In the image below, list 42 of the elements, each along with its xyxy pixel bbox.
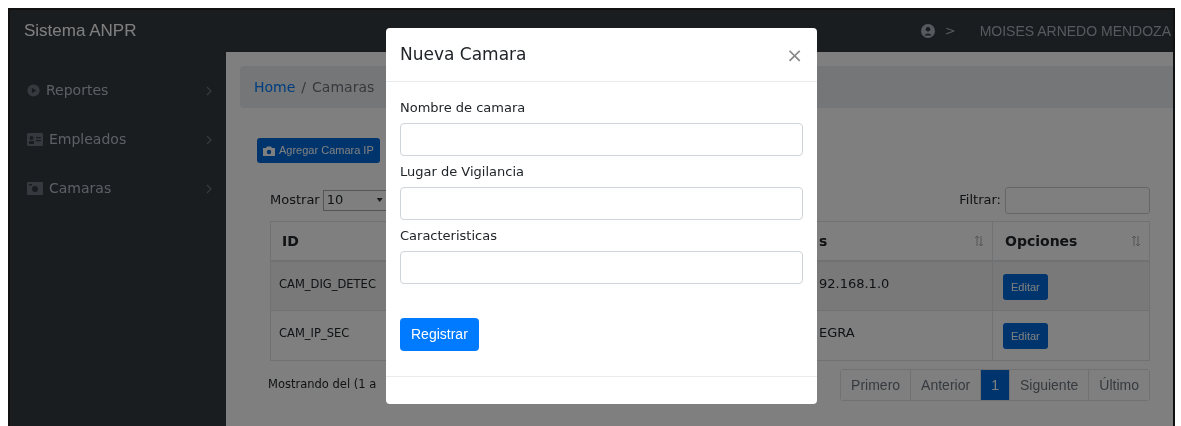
input-field[interactable] (400, 187, 803, 220)
camera-icon (263, 145, 275, 156)
show-entries-label: Mostrar (270, 191, 320, 210)
chevron-right-icon (206, 85, 212, 96)
user-name[interactable]: MOISES ARNEDO MENDOZA (979, 20, 1171, 42)
sort-icon[interactable] (1131, 235, 1141, 247)
brand-title[interactable]: Sistema ANPR (24, 18, 137, 44)
table-cell: EGRA (819, 325, 855, 340)
user-icon[interactable] (920, 24, 935, 38)
edit-button[interactable]: Editar (1003, 323, 1048, 349)
play-circle-icon (27, 84, 40, 97)
table-info: Mostrando del (1 a (268, 376, 377, 394)
breadcrumb-link[interactable]: Home (254, 76, 296, 98)
filter-field[interactable] (1005, 186, 1150, 214)
id-card-icon (27, 133, 43, 146)
edit-button[interactable]: Editar (1003, 274, 1048, 300)
sidebar-item[interactable]: Empleados (10, 115, 226, 164)
separator-glyph: > (944, 22, 956, 41)
field-label: Caracteristicas (400, 227, 498, 245)
table-cell: CAM_DIG_DETEC (279, 277, 376, 291)
breadcrumb-current: Camaras (312, 77, 375, 97)
sort-icon[interactable] (974, 235, 984, 247)
page-button[interactable]: Último (1088, 370, 1149, 400)
breadcrumb-divider: / (301, 77, 307, 97)
chevron-right-icon (206, 183, 212, 194)
table-cell: CAM_IP_SEC (279, 326, 350, 340)
page-button[interactable]: 1 (980, 370, 1009, 400)
photo-icon (27, 182, 43, 195)
filter-label: Filtrar: (959, 191, 1001, 210)
input-field[interactable] (400, 123, 803, 156)
close-button[interactable]: × (786, 44, 803, 65)
register-button[interactable]: Registrar (400, 318, 479, 351)
field-label: Nombre de camara (400, 99, 527, 117)
sidebar-item[interactable]: Camaras (10, 164, 226, 213)
field-label: Lugar de Vigilancia (400, 163, 525, 181)
input-field[interactable] (400, 251, 803, 284)
table-cell: 92.168.1.0 (819, 276, 890, 291)
add-camera-button[interactable]: Agregar Camara IP (257, 138, 380, 163)
column-header[interactable]: Opciones (993, 222, 1149, 260)
modal-title: Nueva Camara (400, 42, 527, 66)
chevron-right-icon (206, 134, 212, 145)
sidebar-item[interactable]: Reportes (10, 66, 226, 115)
